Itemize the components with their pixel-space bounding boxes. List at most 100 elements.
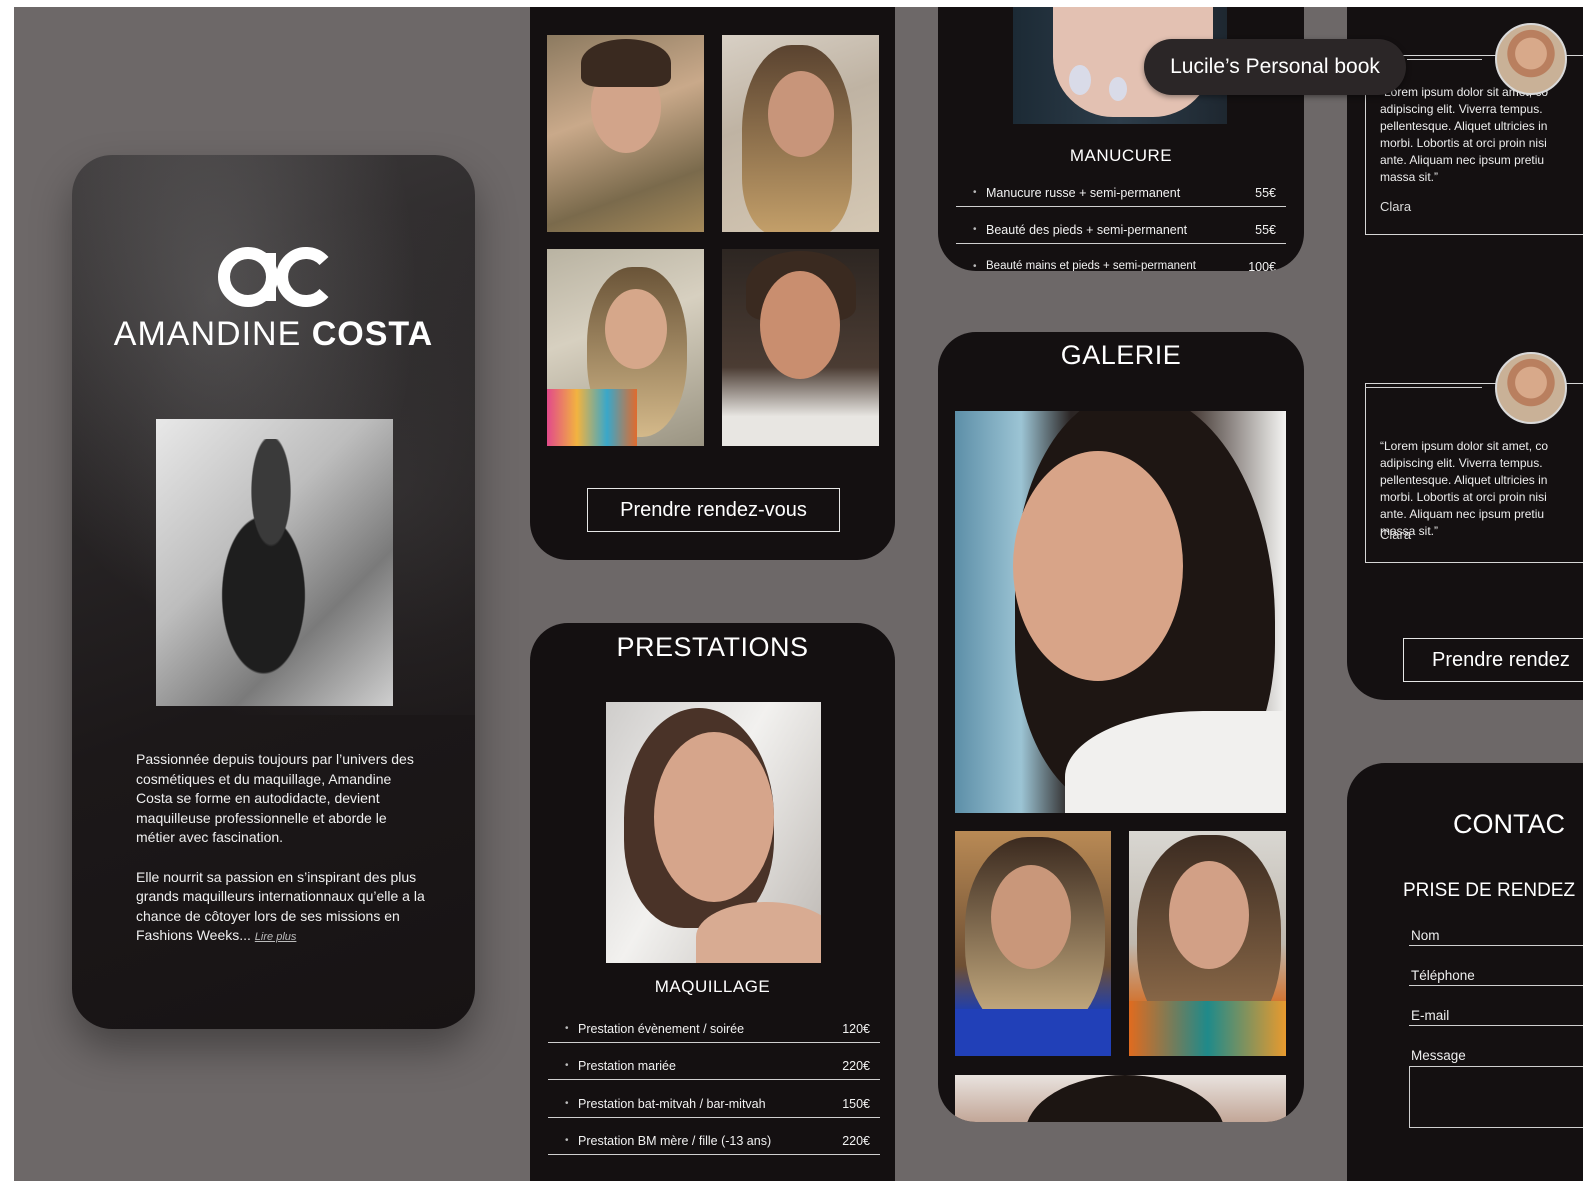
phone-field[interactable] xyxy=(1409,985,1583,986)
bio-paragraph-1: Passionnée depuis toujours par l’univers… xyxy=(136,751,414,845)
testimonial-avatar xyxy=(1495,23,1567,95)
blue-top xyxy=(955,1009,1111,1056)
gallery-photo-3[interactable] xyxy=(547,249,704,446)
gallery-main-photo[interactable] xyxy=(955,411,1286,813)
testimonial-line: ante. Aliquam nec ipsum pretiu xyxy=(1380,153,1545,167)
makeup-subtitle: MAQUILLAGE xyxy=(654,977,771,996)
name-field-label: Nom xyxy=(1411,928,1440,943)
testimonial-avatar xyxy=(1495,352,1567,424)
hair-shape xyxy=(581,39,671,87)
makeup-photo xyxy=(606,702,821,963)
face-shape xyxy=(991,865,1071,969)
hair-shape xyxy=(1025,1075,1225,1122)
services-title: PRESTATIONS xyxy=(616,632,809,662)
service-label: Prestation BM mère / fille (-13 ans) xyxy=(578,1134,772,1148)
brand-name-first: AMANDINE xyxy=(113,315,302,353)
service-label: Prestation bat-mitvah / bar-mitvah xyxy=(578,1097,766,1111)
testimonial-line: ante. Aliquam nec ipsum pretiu xyxy=(1380,507,1545,521)
service-label: Manucure russe + semi-permanent xyxy=(986,186,1181,200)
testimonial-line: pellentesque. Aliquet ultricies in xyxy=(1380,473,1548,487)
gallery-photo-1[interactable] xyxy=(547,35,704,232)
service-price: 120€ xyxy=(842,1022,870,1036)
testimonial-text: “Lorem ipsum dolor sit amet, co adipisci… xyxy=(1380,84,1583,186)
gallery-photo-6[interactable] xyxy=(1129,831,1286,1056)
colorful-top xyxy=(547,389,637,446)
gallery-photo-7[interactable] xyxy=(955,1075,1286,1122)
testimonial-line: adipiscing elit. Viverra tempus. xyxy=(1380,102,1543,116)
phone-field-label: Téléphone xyxy=(1411,968,1475,983)
hero-card: AMANDINE COSTA Passionnée depuis toujour… xyxy=(72,155,475,1029)
service-price: 100€ xyxy=(1248,260,1276,271)
price-row[interactable]: • Manucure russe + semi-permanent 55€ xyxy=(956,183,1286,207)
email-field-label: E-mail xyxy=(1411,1008,1450,1023)
nail-shape xyxy=(1069,65,1091,95)
read-more-link[interactable]: Lire plus xyxy=(255,931,297,943)
gallery-photo-5[interactable] xyxy=(955,831,1111,1056)
bullet-icon: • xyxy=(973,224,977,235)
services-card: PRESTATIONS MAQUILLAGE • Prestation évèn… xyxy=(530,623,895,1181)
artist-photo xyxy=(156,419,393,706)
testimonials-card: “Lorem ipsum dolor sit amet, co adipisci… xyxy=(1347,7,1583,700)
testimonial-line: morbi. Lobortis at orci proin nisi xyxy=(1380,136,1547,150)
book-appointment-button[interactable]: Prendre rendez xyxy=(1403,638,1583,682)
bullet-icon: • xyxy=(565,1023,569,1034)
gallery-preview-card: Prendre rendez-vous xyxy=(530,7,895,560)
contact-card: CONTAC PRISE DE RENDEZ Nom Téléphone E-m… xyxy=(1347,763,1583,1181)
face-shape xyxy=(605,289,667,369)
bullet-icon: • xyxy=(565,1060,569,1071)
avatar-connector xyxy=(1365,387,1482,388)
avatar-connector xyxy=(1407,59,1482,60)
testimonial-line: massa sit.” xyxy=(1380,170,1439,184)
service-label: Beauté mains et pieds + semi-permanent xyxy=(986,260,1196,271)
nail-shape xyxy=(1109,77,1127,101)
face-shape xyxy=(768,71,834,157)
contact-title: CONTAC xyxy=(1453,809,1565,839)
service-price: 55€ xyxy=(1255,186,1276,200)
service-price: 220€ xyxy=(842,1059,870,1073)
booking-subtitle: PRISE DE RENDEZ xyxy=(1403,880,1576,901)
testimonial-line: pellentesque. Aliquet ultricies in xyxy=(1380,119,1548,133)
name-field[interactable] xyxy=(1409,945,1583,946)
bio-paragraph-2: Elle nourrit sa passion en s’inspirant d… xyxy=(136,868,426,948)
face-shape xyxy=(654,732,774,902)
face-shape xyxy=(1169,861,1249,969)
face-shape xyxy=(760,271,840,379)
price-row[interactable]: • Beauté des pieds + semi-permanent 55€ xyxy=(956,220,1286,244)
brand-name-last: COSTA xyxy=(311,315,434,353)
message-field-label: Message xyxy=(1411,1048,1466,1063)
testimonial-author: Clara xyxy=(1380,199,1412,214)
email-field[interactable] xyxy=(1409,1025,1583,1026)
testimonial-line: adipiscing elit. Viverra tempus. xyxy=(1380,456,1543,470)
service-label: Beauté des pieds + semi-permanent xyxy=(986,223,1188,237)
service-price: 55€ xyxy=(1255,223,1276,237)
service-price: 220€ xyxy=(842,1134,870,1148)
mockup-canvas: AMANDINE COSTA Passionnée depuis toujour… xyxy=(14,7,1583,1181)
service-price: 150€ xyxy=(842,1097,870,1111)
face-shape xyxy=(1013,451,1183,681)
brand-name: AMANDINE COSTA xyxy=(72,315,475,354)
price-row[interactable]: • Prestation évènement / soirée 120€ xyxy=(548,1019,880,1043)
bullet-icon: • xyxy=(565,1098,569,1109)
price-row[interactable]: • Prestation BM mère / fille (-13 ans) 2… xyxy=(548,1131,880,1155)
price-row[interactable]: • Beauté mains et pieds + semi-permanent… xyxy=(956,257,1286,271)
project-title-pill[interactable]: Lucile’s Personal book xyxy=(1144,39,1406,95)
gallery-photo-2[interactable] xyxy=(722,35,879,232)
testimonial-line: “Lorem ipsum dolor sit amet, co xyxy=(1380,439,1549,453)
bullet-icon: • xyxy=(973,187,977,198)
gallery-photo-4[interactable] xyxy=(722,249,879,446)
bullet-icon: • xyxy=(973,261,977,271)
book-appointment-button[interactable]: Prendre rendez-vous xyxy=(587,488,840,532)
gallery-title: GALERIE xyxy=(1060,340,1182,370)
testimonial-line: morbi. Lobortis at orci proin nisi xyxy=(1380,490,1547,504)
service-label: Prestation évènement / soirée xyxy=(578,1022,745,1036)
gallery-card: GALERIE xyxy=(938,332,1304,1122)
service-label: Prestation mariée xyxy=(578,1059,676,1073)
price-row[interactable]: • Prestation mariée 220€ xyxy=(548,1056,880,1080)
bio-text: Passionnée depuis toujours par l’univers… xyxy=(136,750,426,968)
monogram-logo-icon xyxy=(218,247,329,307)
message-field[interactable] xyxy=(1409,1066,1583,1128)
testimonial-author: Clara xyxy=(1380,527,1412,542)
price-row[interactable]: • Prestation bat-mitvah / bar-mitvah 150… xyxy=(548,1094,880,1118)
manicure-title: MANUCURE xyxy=(1069,146,1173,165)
orange-top xyxy=(1129,1001,1286,1056)
